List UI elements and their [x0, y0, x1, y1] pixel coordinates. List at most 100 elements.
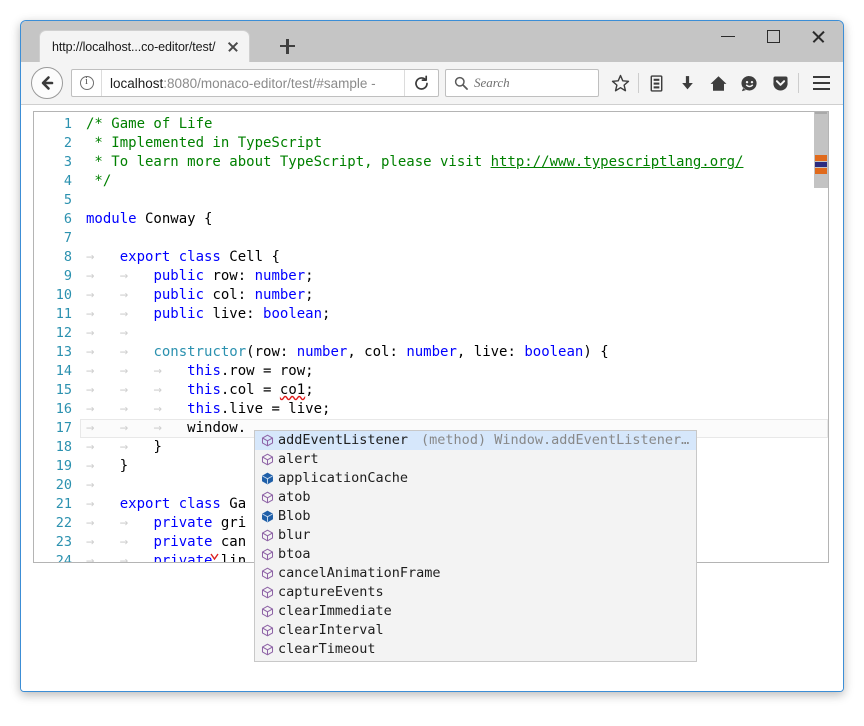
sync-smiley-icon[interactable]	[734, 67, 765, 99]
autocomplete-item[interactable]: clearTimeout	[255, 640, 696, 659]
tab-whitespace-icon: →	[86, 306, 120, 322]
editor-line[interactable]: 13→ → constructor(row: number, col: numb…	[34, 343, 828, 362]
autocomplete-dropdown[interactable]: addEventListener(method) Window.addEvent…	[254, 430, 697, 662]
code-token: }	[153, 439, 161, 455]
browser-tab[interactable]: http://localhost...co-editor/test/	[39, 30, 250, 62]
tab-whitespace-icon: →	[86, 287, 120, 303]
tab-whitespace-icon: →	[120, 287, 154, 303]
window-maximize-button[interactable]	[751, 21, 796, 51]
autocomplete-item-kind	[261, 567, 278, 580]
code-token: .col =	[221, 382, 280, 398]
menu-bar-1	[813, 76, 830, 78]
tab-whitespace-icon: →	[153, 363, 187, 379]
tab-whitespace-icon: →	[86, 325, 120, 341]
editor-line[interactable]: 5	[34, 191, 828, 210]
autocomplete-item[interactable]: addEventListener(method) Window.addEvent…	[255, 431, 696, 450]
new-tab-button[interactable]	[273, 33, 301, 59]
tab-whitespace-icon: →	[86, 401, 120, 417]
line-content: */	[78, 172, 828, 191]
url-path: :8080/monaco-editor/test/#sample -	[163, 76, 375, 91]
tab-whitespace-icon: →	[86, 420, 120, 436]
code-token: row:	[204, 268, 255, 284]
editor-line[interactable]: 1/* Game of Life	[34, 115, 828, 134]
pocket-icon[interactable]	[765, 67, 796, 99]
code-token: private	[153, 515, 212, 531]
editor-line[interactable]: 4 */	[34, 172, 828, 191]
url-host: localhost	[110, 76, 163, 91]
autocomplete-item-kind	[261, 453, 278, 466]
method-icon	[261, 491, 274, 504]
autocomplete-item-kind	[261, 434, 278, 447]
tab-whitespace-icon: →	[120, 515, 154, 531]
line-content: * Implemented in TypeScript	[78, 134, 828, 153]
code-token: number	[255, 268, 306, 284]
autocomplete-item-label: Blob	[278, 507, 311, 526]
autocomplete-item-kind	[261, 586, 278, 599]
window-close-button[interactable]	[796, 21, 841, 51]
page-content: 1/* Game of Life2 * Implemented in TypeS…	[21, 105, 843, 691]
autocomplete-item[interactable]: cancelAnimationFrame	[255, 564, 696, 583]
line-content: → → → this.col = co1;	[78, 381, 828, 400]
search-icon	[454, 76, 468, 90]
downloads-icon[interactable]	[672, 67, 703, 99]
back-button[interactable]	[31, 67, 63, 99]
autocomplete-item[interactable]: blur	[255, 526, 696, 545]
autocomplete-item[interactable]: applicationCache	[255, 469, 696, 488]
editor-line[interactable]: 16→ → → this.live = live;	[34, 400, 828, 419]
editor-line[interactable]: 9→ → public row: number;	[34, 267, 828, 286]
editor-line[interactable]: 3 * To learn more about TypeScript, plea…	[34, 153, 828, 172]
code-token: public	[153, 268, 204, 284]
autocomplete-item-label: clearInterval	[278, 621, 384, 640]
line-number: 11	[34, 305, 78, 324]
library-icon[interactable]	[641, 67, 672, 99]
autocomplete-item[interactable]: alert	[255, 450, 696, 469]
line-number: 20	[34, 476, 78, 495]
tab-whitespace-icon: →	[120, 306, 154, 322]
autocomplete-item[interactable]: Blob	[255, 507, 696, 526]
code-token: Cell {	[221, 249, 280, 265]
code-token: export class	[120, 249, 221, 265]
tab-whitespace-icon: →	[120, 325, 154, 341]
editor-line[interactable]: 6module Conway {	[34, 210, 828, 229]
code-token: ;	[305, 382, 313, 398]
editor-line[interactable]: 12→ →	[34, 324, 828, 343]
tab-whitespace-icon: →	[86, 515, 120, 531]
search-input[interactable]: Search	[445, 69, 599, 97]
editor-line[interactable]: 8→ export class Cell {	[34, 248, 828, 267]
code-token: .live = live;	[221, 401, 331, 417]
bookmark-star-icon[interactable]	[605, 67, 636, 99]
code-token: public	[153, 306, 204, 322]
tab-whitespace-icon: →	[120, 268, 154, 284]
autocomplete-item[interactable]: clearImmediate	[255, 602, 696, 621]
site-identity-icon[interactable]	[72, 70, 102, 96]
editor-line[interactable]: 2 * Implemented in TypeScript	[34, 134, 828, 153]
editor-line[interactable]: 11→ → public live: boolean;	[34, 305, 828, 324]
editor-line[interactable]: 10→ → public col: number;	[34, 286, 828, 305]
line-content: → → → this.row = row;	[78, 362, 828, 381]
url-bar[interactable]: localhost:8080/monaco-editor/test/#sampl…	[71, 69, 439, 97]
tab-whitespace-icon: →	[86, 496, 120, 512]
line-number: 23	[34, 533, 78, 552]
window-minimize-button[interactable]	[706, 21, 751, 51]
close-icon[interactable]	[221, 35, 245, 59]
autocomplete-item[interactable]: btoa	[255, 545, 696, 564]
line-number: 8	[34, 248, 78, 267]
autocomplete-item[interactable]: clearInterval	[255, 621, 696, 640]
reload-button[interactable]	[404, 70, 438, 96]
code-token: gri	[212, 515, 246, 531]
method-icon	[261, 548, 274, 561]
menu-icon[interactable]	[805, 67, 837, 99]
scrollbar-top-edge	[815, 112, 827, 114]
editor-line[interactable]: 15→ → → this.col = co1;	[34, 381, 828, 400]
home-icon[interactable]	[703, 67, 734, 99]
code-token: .row = row;	[221, 363, 314, 379]
line-content	[78, 191, 828, 210]
code-token: ) {	[583, 344, 608, 360]
editor-line[interactable]: 7	[34, 229, 828, 248]
code-token: public	[153, 287, 204, 303]
autocomplete-item[interactable]: atob	[255, 488, 696, 507]
autocomplete-item-kind	[261, 624, 278, 637]
autocomplete-item[interactable]: captureEvents	[255, 583, 696, 602]
editor-line[interactable]: 14→ → → this.row = row;	[34, 362, 828, 381]
code-token: window.	[187, 420, 246, 436]
